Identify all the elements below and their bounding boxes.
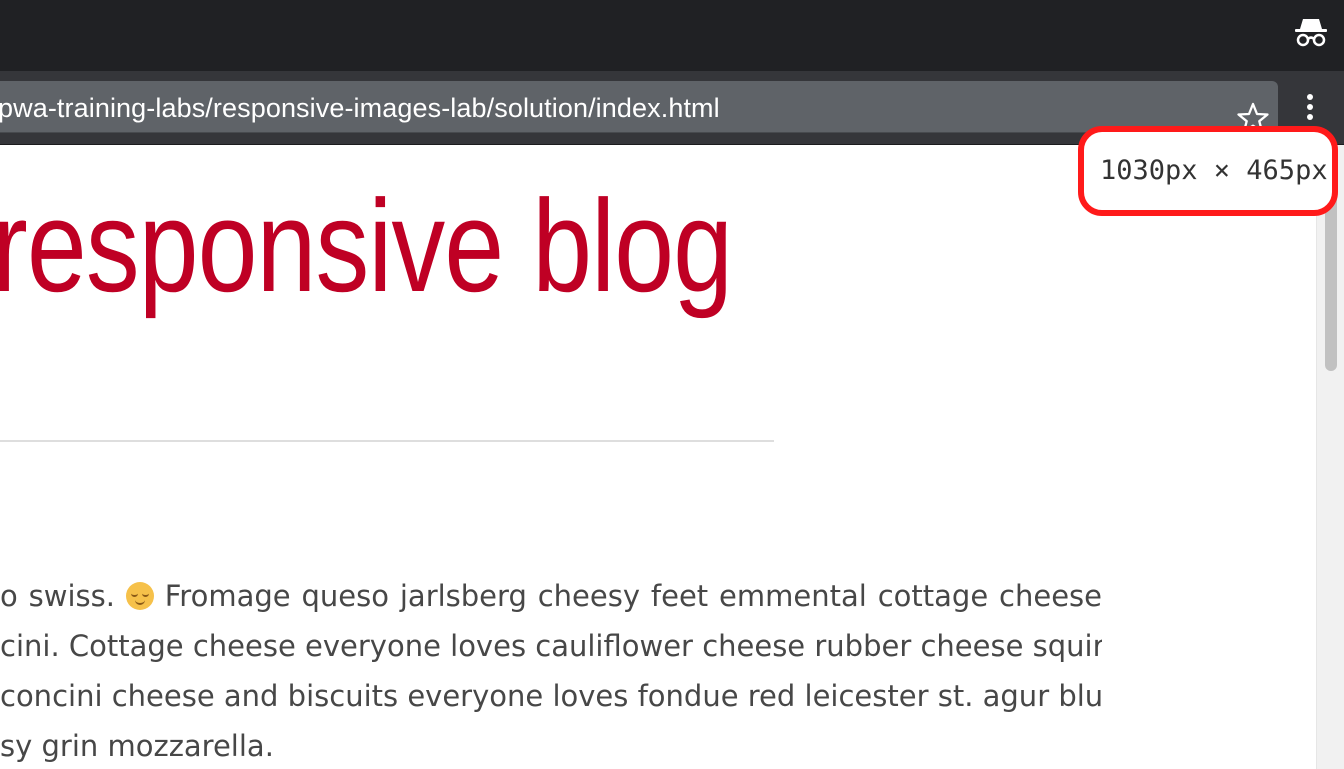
article-line: cini. Cottage cheese everyone loves caul…: [0, 629, 1102, 663]
incognito-icon: [1295, 19, 1327, 47]
blog-title: responsive blog: [0, 172, 733, 319]
more-vertical-icon[interactable]: [1300, 91, 1320, 125]
web-page: responsive blog o swiss. Fromage queso j…: [0, 145, 1324, 769]
article-line: concini cheese and biscuits everyone lov…: [0, 679, 1102, 713]
smiling-face-emoji: [125, 582, 154, 610]
article-line: o swiss. Fromage queso jarlsberg cheesy …: [0, 579, 1102, 613]
viewport-size-readout: 1030px × 465px: [1078, 126, 1338, 216]
url-text[interactable]: pwa-training-labs/responsive-images-lab/…: [0, 93, 720, 123]
scrollbar-thumb[interactable]: [1325, 185, 1337, 371]
divider: [0, 440, 774, 442]
article-line: sy grin mozzarella.: [0, 729, 274, 763]
article-paragraph: o swiss. Fromage queso jarlsberg cheesy …: [0, 571, 1102, 769]
viewport-size-text: 1030px × 465px: [1100, 155, 1328, 186]
browser-titlebar: [0, 0, 1344, 71]
address-bar[interactable]: pwa-training-labs/responsive-images-lab/…: [0, 81, 1278, 133]
